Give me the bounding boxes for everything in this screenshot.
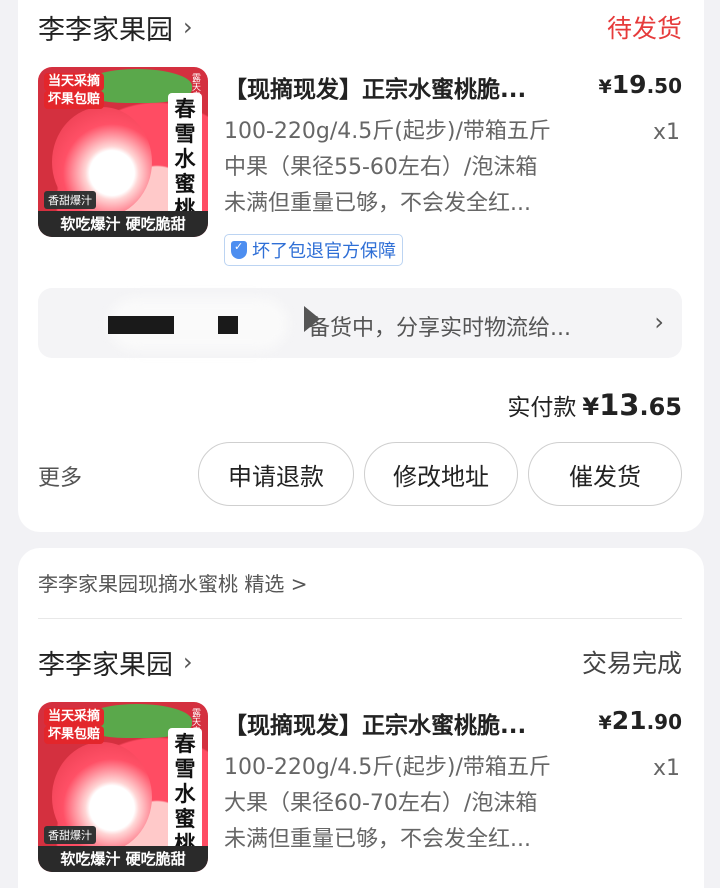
thumb-tag: 坏果包赔 [44, 726, 105, 744]
shop-name[interactable]: 李李家果园 [38, 643, 173, 682]
redacted-block [108, 316, 174, 334]
thumb-tag: 坏果包赔 [44, 91, 105, 109]
thumb-slogan: 软吃爆汁 硬吃脆甜 [38, 846, 208, 872]
paid-amount: 实付款 ¥ 13 .65 [507, 388, 682, 422]
order-status: 待发货 [606, 14, 682, 43]
spec-line: 未满但重量已够，不会发全红... [224, 827, 531, 852]
price-integer: 21 [611, 706, 647, 735]
thumb-tag: 当天采摘 [44, 708, 105, 726]
paid-currency: ¥ [582, 393, 600, 421]
divider [38, 618, 682, 619]
chevron-right-icon: › [183, 13, 193, 41]
product-price: ¥21.90 [599, 706, 682, 735]
quantity: x1 [652, 756, 680, 781]
order-card[interactable]: 李李家果园现摘水蜜桃 精选 > 李李家果园 › 交易完成 当天采摘 坏果包赔 露… [18, 548, 704, 888]
guarantee-text: 坏了包退官方保障 [252, 241, 396, 262]
shop-header[interactable]: 李李家果园 › 交易完成 [38, 640, 682, 684]
chevron-right-icon: › [654, 308, 664, 336]
price-currency: ¥ [598, 76, 612, 98]
paid-decimal: .65 [639, 393, 682, 421]
product-thumbnail[interactable]: 当天采摘 坏果包赔 露天自然熟 春雪水蜜桃 香甜爆汁 软吃爆汁 硬吃脆甜 [38, 67, 208, 237]
thumb-juicy-tag: 香甜爆汁 [44, 191, 96, 209]
order-status: 交易完成 [581, 649, 682, 678]
recommend-link[interactable]: 李李家果园现摘水蜜桃 精选 > [38, 568, 307, 597]
edit-address-button[interactable]: 修改地址 [364, 442, 518, 506]
guarantee-badge[interactable]: 坏了包退官方保障 [224, 234, 403, 266]
shield-check-icon [231, 240, 247, 259]
price-integer: 19 [611, 70, 647, 99]
shop-header[interactable]: 李李家果园 › 待发货 [38, 5, 682, 49]
paid-integer: 13 [599, 388, 640, 422]
thumb-slogan: 软吃爆汁 硬吃脆甜 [38, 211, 208, 237]
logistics-text: 备货中，分享实时物流给... [308, 316, 571, 341]
spec-line: 100-220g/4.5斤(起步)/带箱五斤 [224, 755, 551, 780]
thumb-brand: 春雪水蜜桃 [168, 728, 202, 861]
product-spec: 100-220g/4.5斤(起步)/带箱五斤 大果（果径60-70左右）/泡沫箱… [224, 750, 614, 858]
thumb-juicy-tag: 香甜爆汁 [44, 826, 96, 844]
spec-line: 大果（果径60-70左右）/泡沫箱 [224, 791, 538, 816]
more-button[interactable]: 更多 [38, 460, 82, 492]
refund-button[interactable]: 申请退款 [198, 442, 354, 506]
price-decimal: .90 [646, 710, 682, 734]
quantity: x1 [652, 120, 680, 145]
order-card[interactable]: 李李家果园 › 待发货 当天采摘 坏果包赔 露天自然熟 春雪水蜜桃 香甜爆汁 软… [18, 0, 704, 532]
spec-line: 100-220g/4.5斤(起步)/带箱五斤 [224, 119, 551, 144]
spec-line: 未满但重量已够，不会发全红... [224, 191, 531, 216]
thumb-tag: 当天采摘 [44, 73, 105, 91]
chevron-right-icon: › [183, 648, 193, 676]
spec-line: 中果（果径55-60左右）/泡沫箱 [224, 155, 538, 180]
redacted-block [218, 316, 238, 334]
logistics-bar[interactable]: 备货中，分享实时物流给... › [38, 288, 682, 358]
product-price: ¥19.50 [599, 70, 682, 99]
product-spec: 100-220g/4.5斤(起步)/带箱五斤 中果（果径55-60左右）/泡沫箱… [224, 114, 614, 222]
product-title[interactable]: 【现摘现发】正宗水蜜桃脆... [224, 706, 584, 740]
thumb-brand: 春雪水蜜桃 [168, 93, 202, 226]
product-title[interactable]: 【现摘现发】正宗水蜜桃脆... [224, 70, 584, 104]
price-currency: ¥ [598, 712, 612, 734]
urge-shipping-button[interactable]: 催发货 [528, 442, 682, 506]
shop-name[interactable]: 李李家果园 [38, 8, 173, 47]
product-thumbnail[interactable]: 当天采摘 坏果包赔 露天自然熟 春雪水蜜桃 香甜爆汁 软吃爆汁 硬吃脆甜 [38, 702, 208, 872]
price-decimal: .50 [646, 74, 682, 98]
paid-label: 实付款 [507, 395, 577, 421]
